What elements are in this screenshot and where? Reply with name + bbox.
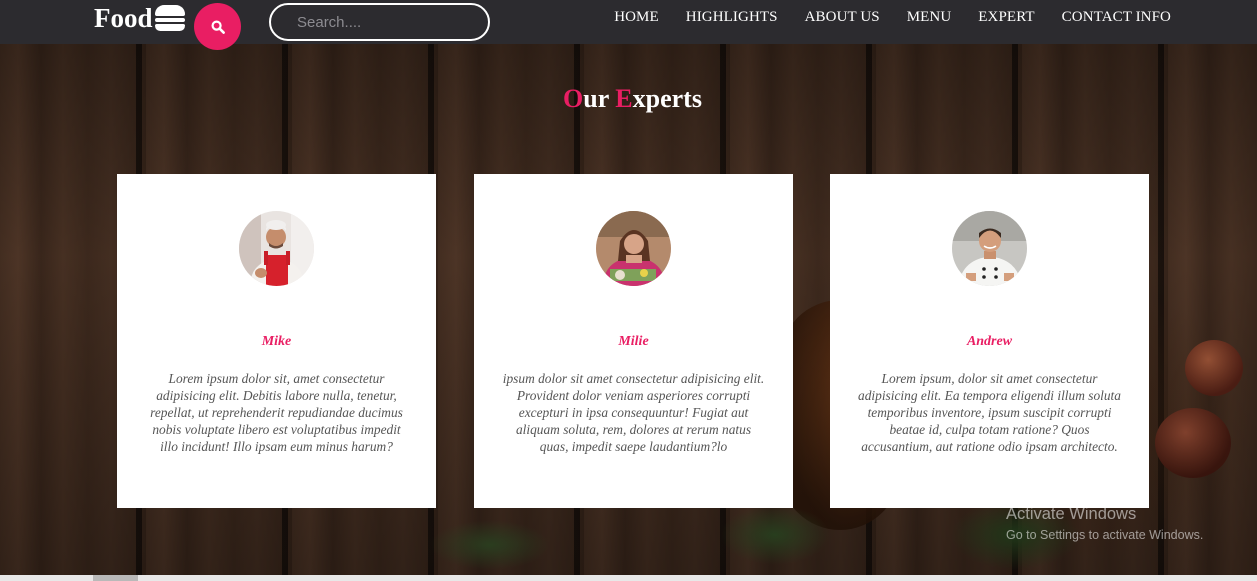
expert-name: Andrew: [966, 334, 1013, 349]
nav-about-us[interactable]: ABOUT US: [805, 9, 880, 26]
expert-bio: Lorem ipsum dolor sit, amet consectetur …: [150, 371, 403, 454]
activation-watermark-subtitle: Go to Settings to activate Windows.: [1006, 528, 1204, 542]
horizontal-scrollbar[interactable]: [0, 575, 1257, 581]
nav-expert[interactable]: EXPERT: [978, 9, 1034, 26]
avatar: [239, 211, 314, 286]
section-title: Our Experts: [0, 84, 1257, 114]
nav-contact-info[interactable]: CONTACT INFO: [1062, 9, 1171, 26]
top-navbar: Food HOME HIGHLIGHTS ABOUT US MENU EXPER…: [0, 0, 1257, 50]
scrollbar-thumb[interactable]: [93, 575, 138, 581]
expert-name: Mike: [261, 334, 292, 349]
expert-card: Mike Lorem ipsum dolor sit, amet consect…: [117, 174, 436, 508]
avatar: [952, 211, 1027, 286]
logo-text: Food: [94, 2, 153, 33]
nav-menu[interactable]: MENU: [907, 9, 952, 26]
search-button[interactable]: [194, 3, 241, 50]
nav-home[interactable]: HOME: [614, 9, 659, 26]
expert-card: Milie ipsum dolor sit amet consectetur a…: [474, 174, 793, 508]
main-nav: HOME HIGHLIGHTS ABOUT US MENU EXPERT CON…: [614, 9, 1171, 26]
nav-highlights[interactable]: HIGHLIGHTS: [686, 9, 778, 26]
title-initial: E: [615, 84, 633, 113]
title-initial: O: [563, 84, 584, 113]
expert-bio: Lorem ipsum, dolor sit amet consectetur …: [858, 371, 1121, 454]
expert-card: Andrew Lorem ipsum, dolor sit amet conse…: [830, 174, 1149, 508]
avatar: [596, 211, 671, 286]
expert-bio: ipsum dolor sit amet consectetur adipisi…: [502, 371, 765, 454]
expert-name: Milie: [618, 334, 649, 349]
search-input[interactable]: [269, 3, 490, 41]
site-logo[interactable]: Food: [94, 1, 185, 35]
activation-watermark-title: Activate Windows: [1006, 505, 1137, 523]
title-word-rest: xperts: [632, 84, 702, 113]
burger-icon: [154, 5, 185, 31]
search-icon: [210, 19, 225, 34]
title-word-rest: ur: [583, 84, 609, 113]
